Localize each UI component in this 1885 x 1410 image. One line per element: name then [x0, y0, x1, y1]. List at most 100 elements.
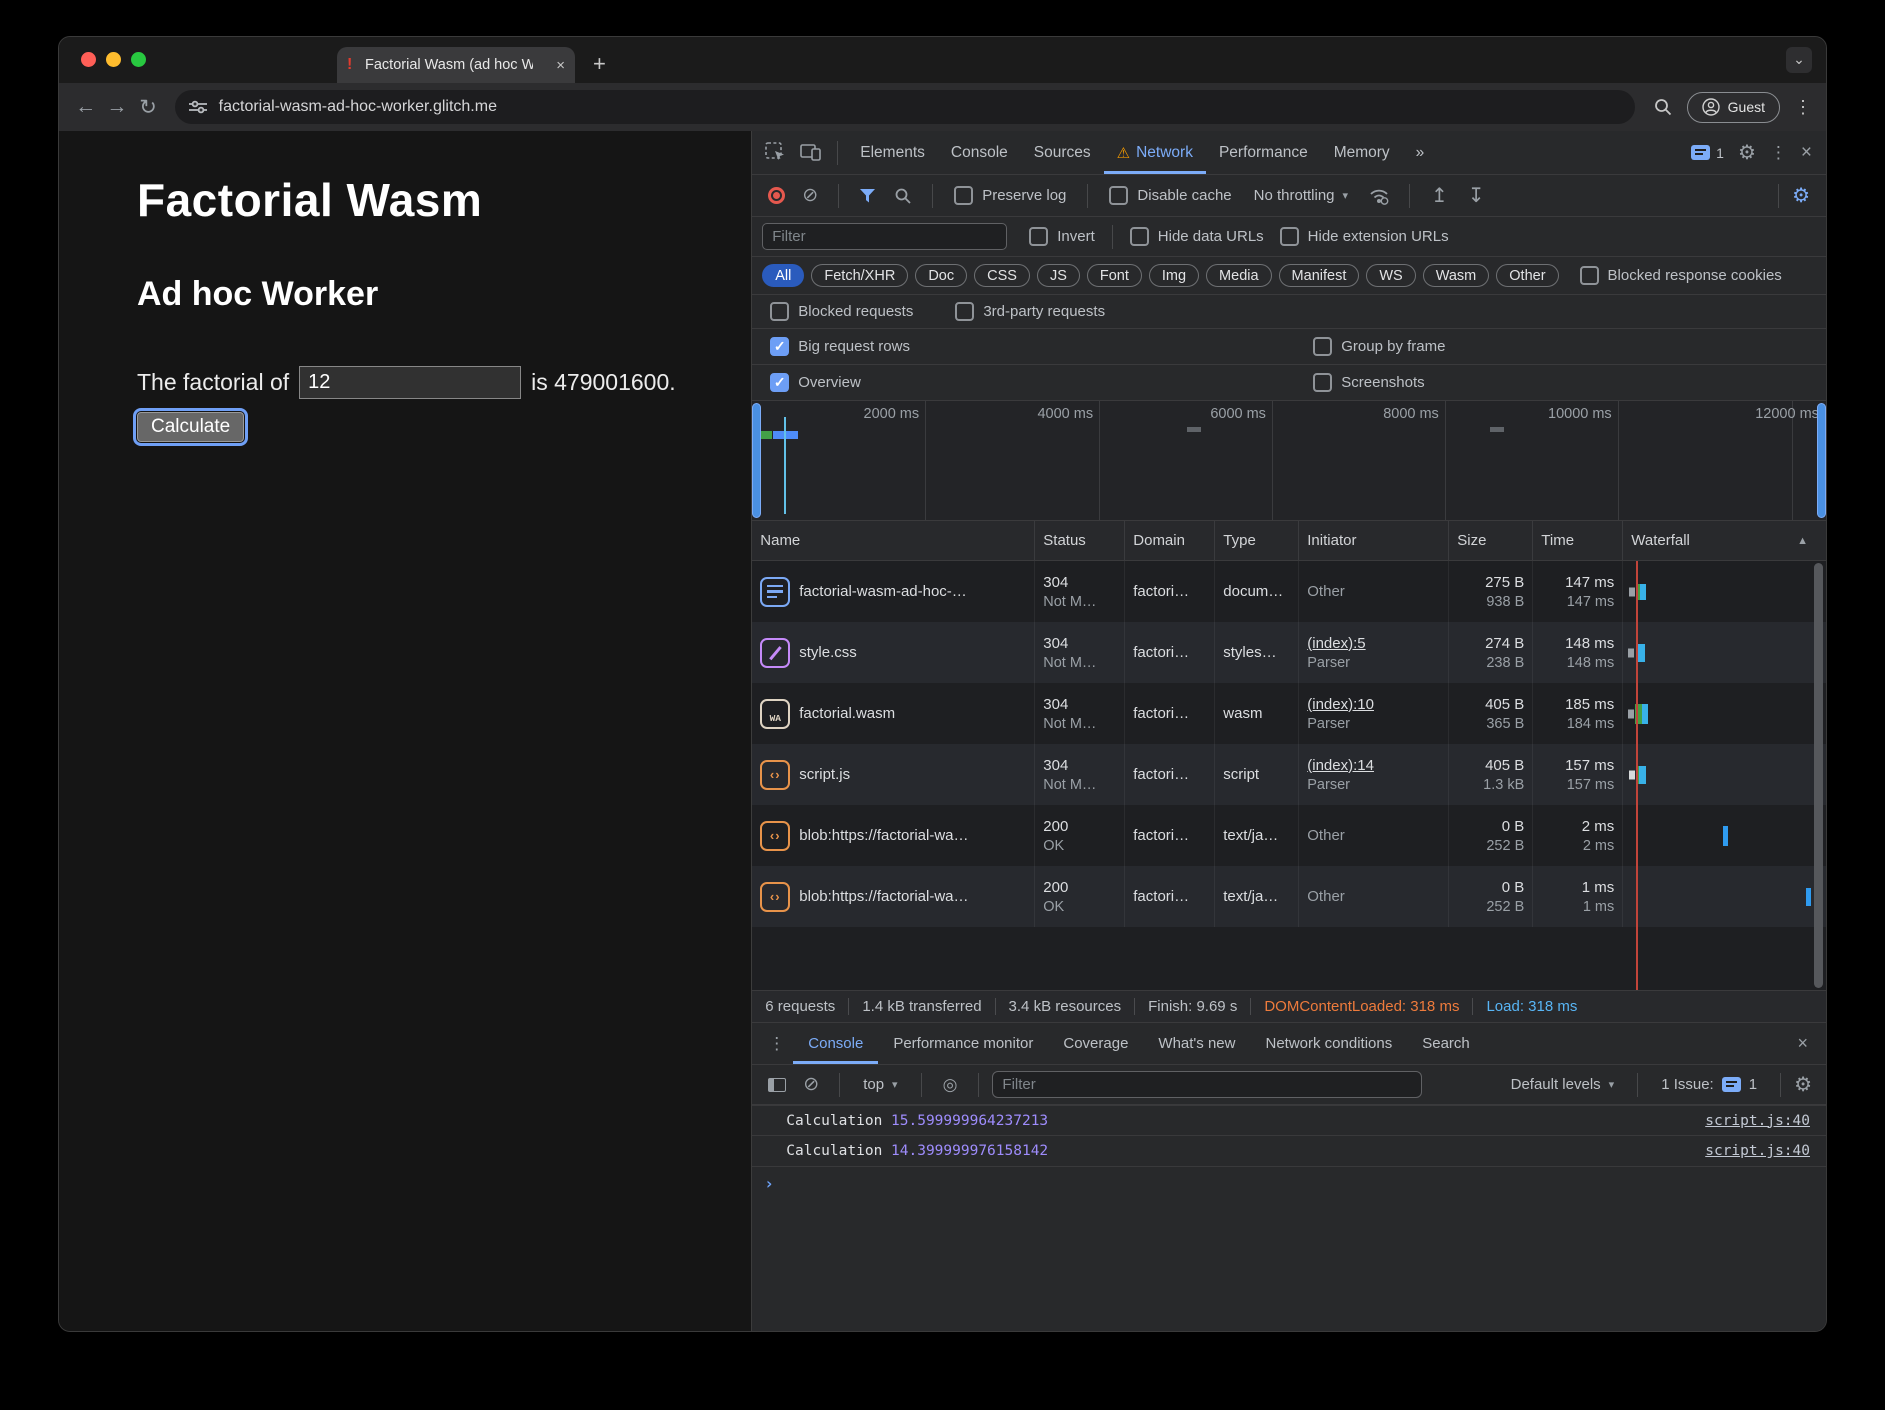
new-tab-button[interactable]: + [593, 51, 606, 77]
big-request-rows-checkbox[interactable]: ✓ Big request rows [770, 337, 910, 356]
column-header-waterfall[interactable]: Waterfall ▲ [1623, 521, 1826, 560]
column-header-type[interactable]: Type [1215, 521, 1299, 560]
zoom-search-icon[interactable] [1653, 97, 1673, 117]
close-window-button[interactable] [81, 52, 96, 67]
console-filter-input[interactable] [992, 1071, 1422, 1098]
overview-checkbox[interactable]: ✓ Overview [770, 373, 861, 392]
timeline-left-handle[interactable] [752, 403, 761, 518]
source-link[interactable]: script.js:40 [1705, 1143, 1826, 1159]
table-row[interactable]: factorial-wasm-ad-hoc-… 304Not M… factor… [752, 561, 1826, 622]
table-row[interactable]: style.css 304Not M… factori… styles… (in… [752, 622, 1826, 683]
minimize-window-button[interactable] [106, 52, 121, 67]
drawer-tab-console[interactable]: Console [793, 1023, 878, 1064]
filter-funnel-icon[interactable] [859, 188, 876, 203]
timeline-right-handle[interactable] [1817, 403, 1826, 518]
filter-chip-js[interactable]: JS [1037, 264, 1080, 287]
console-message[interactable]: Calculation 15.599999964237213 script.js… [752, 1105, 1826, 1136]
table-row[interactable]: WA factorial.wasm 304Not M… factori… was… [752, 683, 1826, 744]
export-har-icon[interactable]: ↧ [1468, 183, 1485, 208]
back-button[interactable]: ← [73, 95, 98, 119]
filter-chip-wasm[interactable]: Wasm [1423, 264, 1490, 287]
browser-menu-icon[interactable]: ⋮ [1794, 97, 1812, 118]
group-by-frame-checkbox[interactable]: Group by frame [1313, 337, 1445, 356]
tab-memory[interactable]: Memory [1321, 131, 1403, 174]
network-settings-gear-icon[interactable]: ⚙ [1792, 183, 1810, 208]
network-overview-timeline[interactable]: 2000 ms 4000 ms 6000 ms 8000 ms 10000 ms… [752, 401, 1826, 521]
browser-tab[interactable]: ! Factorial Wasm (ad hoc Work × [337, 47, 575, 83]
drawer-tab-network-conditions[interactable]: Network conditions [1250, 1023, 1407, 1064]
disable-cache-checkbox[interactable]: Disable cache [1109, 186, 1231, 205]
address-bar[interactable]: factorial-wasm-ad-hoc-worker.glitch.me [175, 90, 1635, 124]
tab-performance[interactable]: Performance [1206, 131, 1321, 174]
factorial-input[interactable] [299, 366, 521, 399]
guest-profile-button[interactable]: Guest [1687, 92, 1780, 123]
network-conditions-icon[interactable] [1368, 187, 1390, 205]
clear-console-icon[interactable]: ⊘ [803, 1073, 819, 1096]
reload-button[interactable]: ↻ [135, 95, 160, 120]
filter-chip-font[interactable]: Font [1087, 264, 1142, 287]
drawer-close-icon[interactable]: × [1797, 1033, 1818, 1054]
import-har-icon[interactable]: ↥ [1431, 183, 1448, 208]
filter-chip-media[interactable]: Media [1206, 264, 1272, 287]
filter-chip-fetchxhr[interactable]: Fetch/XHR [811, 264, 908, 287]
column-header-name[interactable]: Name [752, 521, 1035, 560]
hide-data-urls-checkbox[interactable]: Hide data URLs [1130, 227, 1264, 246]
source-link[interactable]: script.js:40 [1705, 1113, 1826, 1129]
blocked-requests-checkbox[interactable]: Blocked requests [770, 302, 913, 321]
console-message[interactable]: Calculation 14.399999976158142 script.js… [752, 1136, 1826, 1167]
drawer-tab-performance-monitor[interactable]: Performance monitor [878, 1023, 1048, 1064]
record-network-log-icon[interactable] [768, 187, 785, 204]
table-row[interactable]: ‹› script.js 304Not M… factori… script (… [752, 744, 1826, 805]
screenshots-checkbox[interactable]: Screenshots [1313, 373, 1424, 392]
forward-button[interactable]: → [104, 95, 129, 119]
console-empty-area[interactable] [752, 1200, 1826, 1331]
table-row[interactable]: ‹› blob:https://factorial-wa… 200OK fact… [752, 805, 1826, 866]
filter-chip-other[interactable]: Other [1496, 264, 1558, 287]
tab-sources[interactable]: Sources [1021, 131, 1104, 174]
throttling-dropdown[interactable]: No throttling ▾ [1254, 187, 1348, 204]
tab-network[interactable]: ⚠ Network [1104, 131, 1206, 174]
drawer-tab-search[interactable]: Search [1407, 1023, 1485, 1064]
tab-console[interactable]: Console [938, 131, 1021, 174]
settings-gear-icon[interactable]: ⚙ [1738, 140, 1756, 165]
column-header-time[interactable]: Time [1533, 521, 1623, 560]
third-party-requests-checkbox[interactable]: 3rd-party requests [955, 302, 1105, 321]
maximize-window-button[interactable] [131, 52, 146, 67]
invert-checkbox[interactable]: Invert [1029, 227, 1095, 246]
checkbox-checked[interactable]: ✓ [770, 337, 789, 356]
issues-bubble-icon[interactable] [1691, 145, 1710, 160]
tab-search-chevron[interactable]: ⌄ [1786, 47, 1812, 73]
device-toolbar-icon[interactable] [800, 143, 821, 162]
drawer-tab-whats-new[interactable]: What's new [1143, 1023, 1250, 1064]
preserve-log-checkbox[interactable]: Preserve log [954, 186, 1066, 205]
blocked-response-cookies-checkbox[interactable]: Blocked response cookies [1580, 266, 1782, 285]
initiator-link[interactable]: (index):14 [1307, 757, 1440, 774]
search-icon[interactable] [894, 187, 912, 205]
tab-close-icon[interactable]: × [556, 57, 565, 74]
column-header-size[interactable]: Size [1449, 521, 1533, 560]
filter-chip-css[interactable]: CSS [974, 264, 1030, 287]
drawer-tab-coverage[interactable]: Coverage [1048, 1023, 1143, 1064]
filter-chip-ws[interactable]: WS [1366, 264, 1415, 287]
site-settings-icon[interactable] [189, 100, 207, 114]
context-selector-dropdown[interactable]: top ▾ [863, 1076, 897, 1093]
console-settings-gear-icon[interactable]: ⚙ [1794, 1072, 1812, 1097]
initiator-link[interactable]: (index):10 [1307, 696, 1440, 713]
devtools-menu-icon[interactable]: ⋮ [1770, 143, 1787, 163]
filter-chip-all[interactable]: All [762, 264, 804, 287]
console-sidebar-icon[interactable] [768, 1078, 786, 1092]
initiator-link[interactable]: (index):5 [1307, 635, 1440, 652]
column-header-domain[interactable]: Domain [1125, 521, 1215, 560]
log-levels-dropdown[interactable]: Default levels ▾ [1511, 1076, 1615, 1093]
table-scrollbar[interactable] [1813, 563, 1824, 988]
more-tabs-button[interactable]: » [1403, 131, 1438, 174]
filter-chip-img[interactable]: Img [1149, 264, 1199, 287]
checkbox-unchecked[interactable] [954, 186, 973, 205]
live-expression-eye-icon[interactable]: ◎ [943, 1075, 958, 1095]
checkbox-unchecked[interactable] [1109, 186, 1128, 205]
network-filter-input[interactable] [762, 223, 1007, 250]
drawer-menu-icon[interactable]: ⋮ [768, 1034, 785, 1054]
devtools-close-icon[interactable]: × [1801, 142, 1812, 164]
clear-network-log-icon[interactable]: ⊘ [802, 184, 818, 207]
filter-chip-doc[interactable]: Doc [915, 264, 967, 287]
